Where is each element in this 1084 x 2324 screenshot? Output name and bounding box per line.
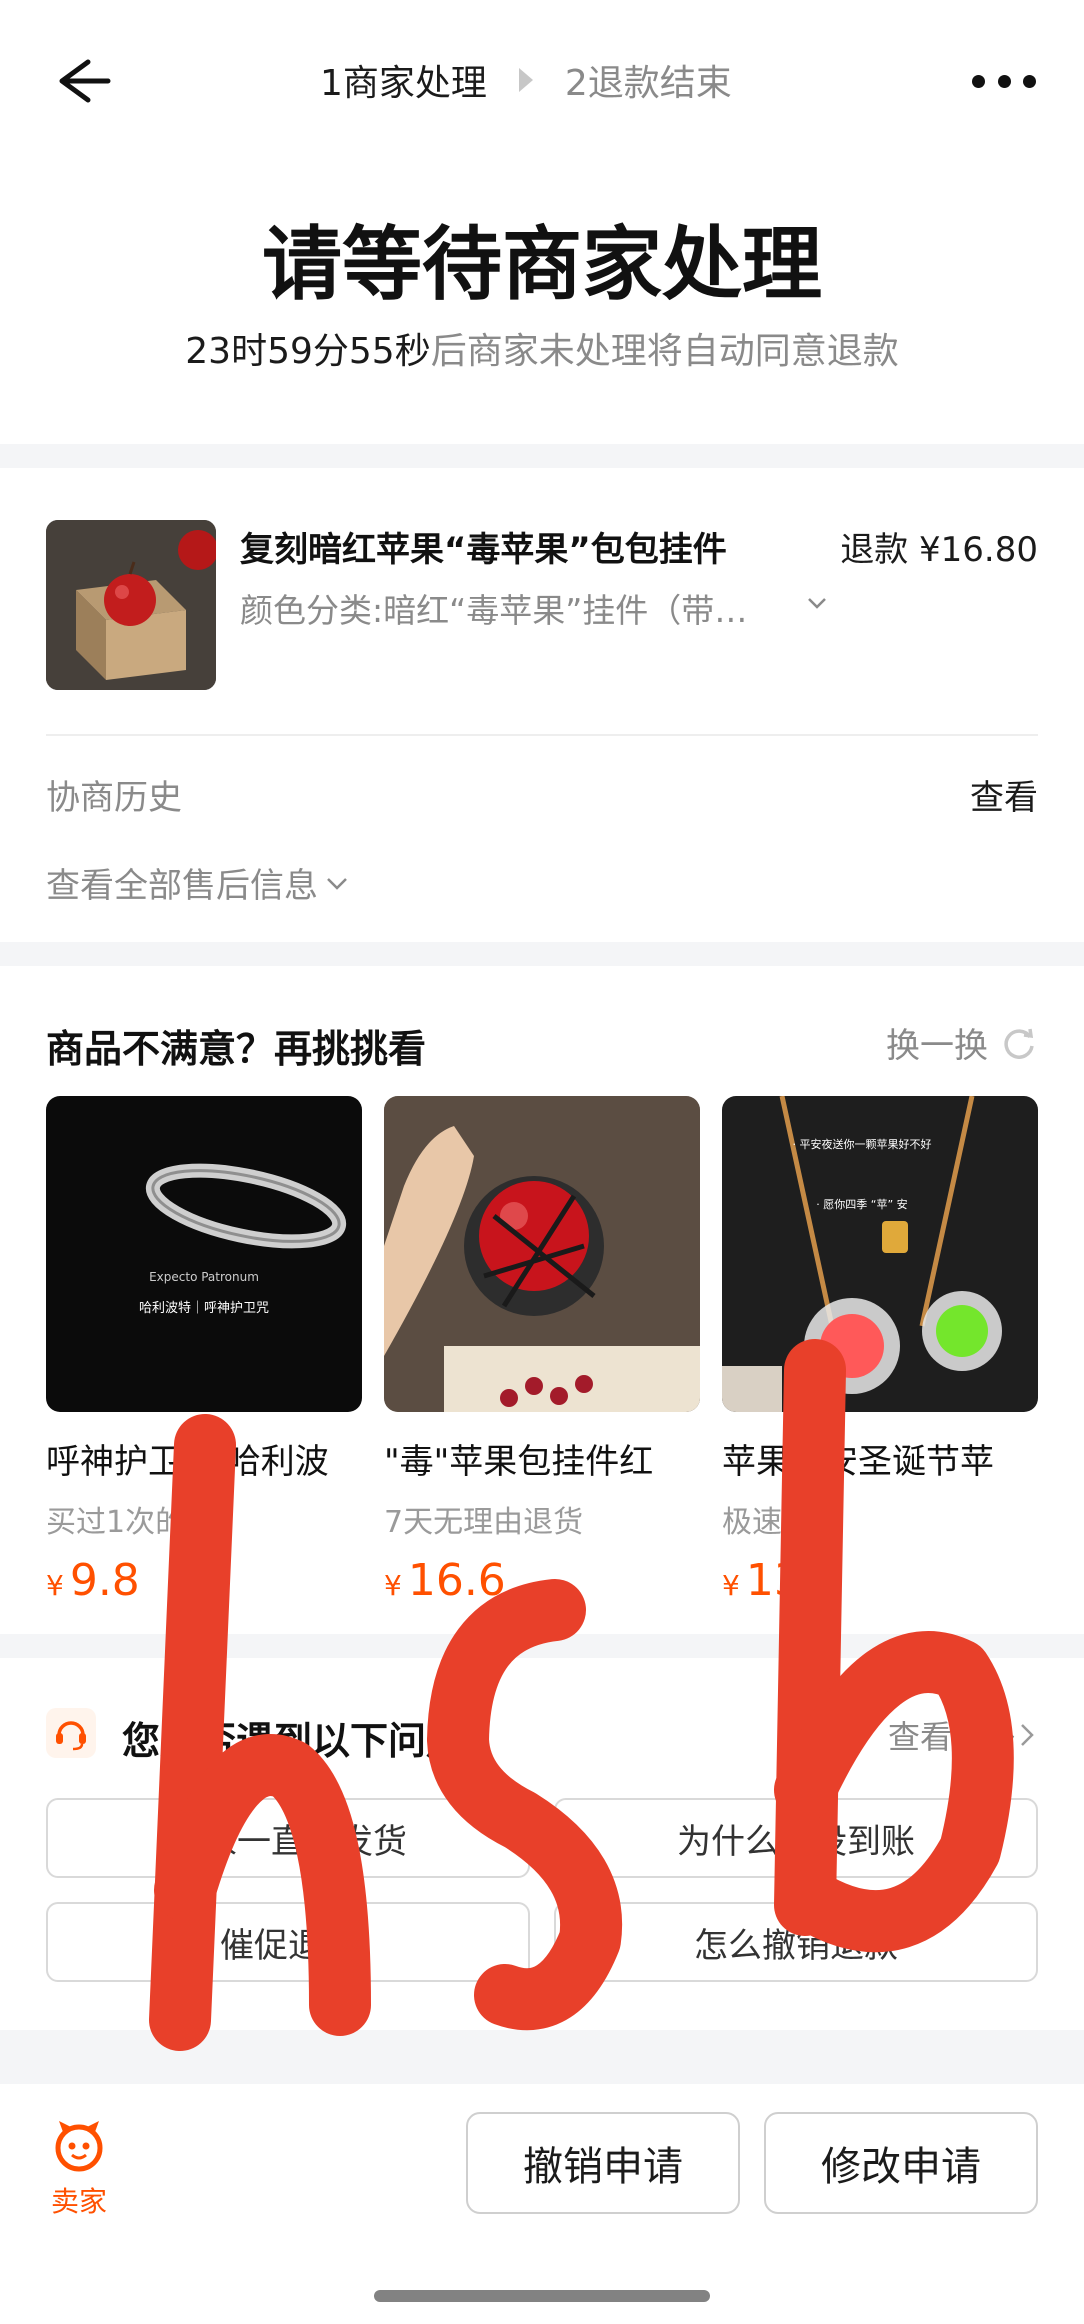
more-options-icon[interactable] (972, 66, 1036, 96)
question-button[interactable]: 卖家一直不发货 (46, 1798, 530, 1878)
refresh-icon (1004, 1028, 1034, 1059)
recommend-card[interactable]: · 平安夜送你一颗苹果好不好 · 愿你四季 “苹” 安 苹果平安圣诞节苹 极速退… (722, 1096, 1038, 1606)
help-more-link[interactable]: 查看更多 (888, 1712, 1038, 1758)
step-merchant-processing: 1商家处理 (320, 63, 487, 104)
card-price: ¥16.6 (384, 1555, 506, 1606)
recommend-card[interactable]: Expecto Patronum 哈利波特｜呼神护卫咒 呼神护卫咒 哈利波 买过… (46, 1096, 362, 1606)
step-refund-end: 2退款结束 (564, 63, 732, 104)
card-price: ¥9.8 (46, 1555, 140, 1606)
seller-button[interactable]: 卖家 (44, 2116, 114, 2220)
product-sku[interactable]: 颜色分类:暗红“毒苹果”挂件（带包装盒） (240, 584, 780, 632)
countdown-notice: 23时59分55秒后商家未处理将自动同意退款 (0, 322, 1084, 374)
recommend-title: 商品不满意？再挑挑看 (46, 1027, 427, 1071)
progress-steps: 1商家处理 2退款结束 (320, 50, 732, 110)
help-more-label: 查看更多 (887, 1718, 1016, 1756)
product-name[interactable]: 复刻暗红苹果“毒苹果”包包挂件 (240, 522, 780, 571)
home-indicator[interactable] (374, 2290, 710, 2302)
apple-caption: · 平安夜送你一颗苹果好不好 (793, 1137, 932, 1151)
apple-subcaption: · 愿你四季 “苹” 安 (816, 1197, 907, 1211)
swap-label: 换一换 (886, 1026, 988, 1066)
card-subtitle: 买过1次的店 (46, 1505, 216, 1540)
card-title: 苹果平安圣诞节苹 (722, 1442, 994, 1482)
view-all-aftersale-link[interactable]: 查看全部售后信息 (46, 858, 350, 907)
seller-face-icon (55, 2121, 103, 2172)
step-arrow-icon (518, 68, 533, 92)
card-title: "毒"苹果包挂件红 (384, 1442, 654, 1482)
divider (46, 734, 1038, 736)
product-image[interactable]: · 平安夜送你一颗苹果好不好 · 愿你四季 “苹” 安 (722, 1096, 1038, 1412)
section-divider (0, 942, 1084, 966)
ring-subcaption: 哈利波特｜呼神护卫咒 (139, 1301, 269, 1316)
help-title: 您是否遇到以下问题？ (122, 1719, 503, 1763)
refund-amount: 退款 ¥16.80 (840, 530, 1038, 570)
section-divider (0, 2030, 1084, 2084)
chevron-right-icon (1021, 1724, 1034, 1746)
chevron-down-icon (327, 877, 347, 890)
view-history-link[interactable]: 查看 (970, 770, 1038, 819)
view-all-aftersale-label: 查看全部售后信息 (46, 866, 318, 906)
recommend-card[interactable]: "毒"苹果包挂件红 7天无理由退货 ¥16.6 (384, 1096, 700, 1606)
product-thumbnail[interactable] (46, 520, 216, 690)
question-button[interactable]: 为什么还没到账 (554, 1798, 1038, 1878)
chevron-down-icon[interactable] (806, 592, 828, 614)
negotiation-history-label: 协商历史 (46, 778, 182, 818)
card-title: 呼神护卫咒 哈利波 (46, 1442, 329, 1482)
page-title: 请等待商家处理 (262, 218, 822, 311)
ring-caption: Expecto Patronum (149, 1270, 259, 1284)
modify-request-button[interactable]: 修改申请 (764, 2112, 1038, 2214)
question-button[interactable]: 催促退款 (46, 1902, 530, 1982)
top-bar: 1商家处理 2退款结束 (0, 0, 1084, 160)
question-button[interactable]: 怎么撤销退款 (554, 1902, 1038, 1982)
product-image[interactable]: Expecto Patronum 哈利波特｜呼神护卫咒 (46, 1096, 362, 1412)
swap-button[interactable]: 换一换 (886, 1018, 1038, 1067)
card-price: ¥13 (722, 1555, 802, 1606)
seller-label: 卖家 (50, 2185, 107, 2218)
card-subtitle: 极速退款 (722, 1505, 842, 1540)
headset-icon (46, 1708, 96, 1758)
countdown-timer: 23时59分55秒 (185, 331, 431, 372)
section-divider (0, 1634, 1084, 1658)
cancel-request-button[interactable]: 撤销申请 (466, 2112, 740, 2214)
section-divider (0, 444, 1084, 468)
countdown-suffix: 后商家未处理将自动同意退款 (430, 331, 899, 372)
card-subtitle: 7天无理由退货 (384, 1505, 584, 1540)
back-arrow-icon[interactable] (52, 56, 112, 106)
product-image[interactable] (384, 1096, 700, 1412)
